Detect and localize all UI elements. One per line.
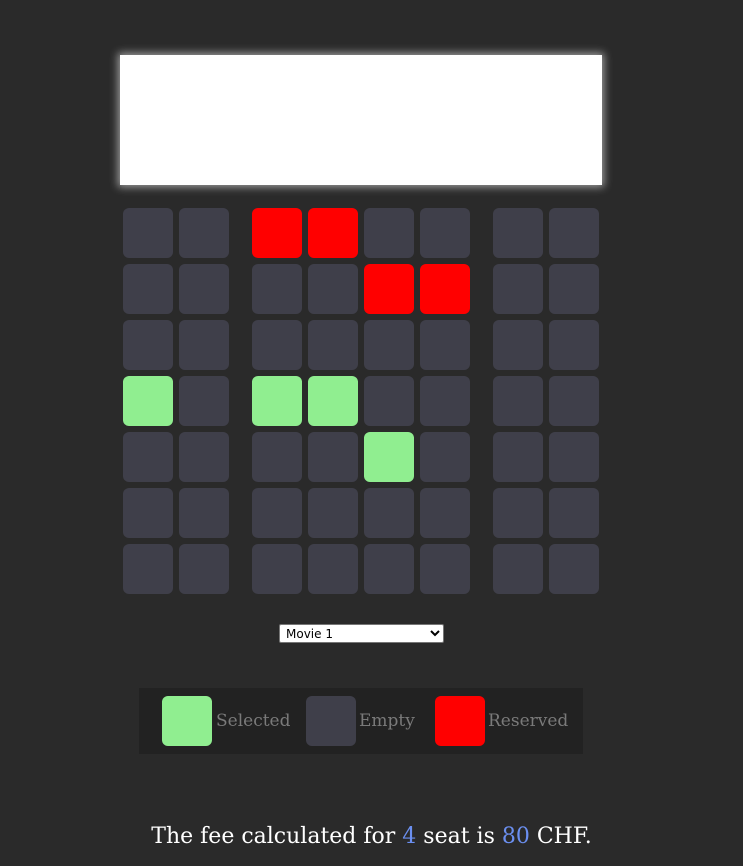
legend-selected-label: Selected	[216, 711, 291, 731]
fee-middle: seat is	[416, 824, 502, 849]
movie-select[interactable]: Movie 1	[279, 624, 444, 643]
fee-summary: The fee calculated for 4 seat is 80 CHF.	[0, 821, 743, 853]
seat-r4-c2[interactable]	[179, 376, 229, 426]
seat-r3-c6[interactable]	[420, 320, 470, 370]
seat-r5-c6[interactable]	[420, 432, 470, 482]
seat-r7-c5[interactable]	[364, 544, 414, 594]
legend-selected-swatch	[162, 696, 212, 746]
seat-r3-c2[interactable]	[179, 320, 229, 370]
seat-r7-c6[interactable]	[420, 544, 470, 594]
seat-r1-c7[interactable]	[493, 208, 543, 258]
seat-r5-c4[interactable]	[308, 432, 358, 482]
seat-r5-c1[interactable]	[123, 432, 173, 482]
fee-amount: 80	[501, 824, 530, 849]
seat-r5-c2[interactable]	[179, 432, 229, 482]
seat-r5-c7[interactable]	[493, 432, 543, 482]
seat-r2-c4[interactable]	[308, 264, 358, 314]
seat-r7-c1[interactable]	[123, 544, 173, 594]
legend-empty-label: Empty	[359, 711, 415, 731]
seat-r2-c8[interactable]	[549, 264, 599, 314]
seat-r6-c1[interactable]	[123, 488, 173, 538]
seat-r7-c2[interactable]	[179, 544, 229, 594]
seat-r4-c5[interactable]	[364, 376, 414, 426]
legend-reserved-swatch	[435, 696, 485, 746]
seat-legend: Selected Empty Reserved	[139, 688, 583, 754]
seat-r6-c3[interactable]	[252, 488, 302, 538]
seat-r4-c3[interactable]	[252, 376, 302, 426]
seat-r4-c1[interactable]	[123, 376, 173, 426]
seat-r1-c1[interactable]	[123, 208, 173, 258]
seat-r2-c7[interactable]	[493, 264, 543, 314]
seat-r6-c5[interactable]	[364, 488, 414, 538]
seat-r6-c6[interactable]	[420, 488, 470, 538]
seat-r3-c3[interactable]	[252, 320, 302, 370]
fee-suffix: CHF.	[529, 824, 592, 849]
seat-r3-c1[interactable]	[123, 320, 173, 370]
seat-r2-c6	[420, 264, 470, 314]
seat-r1-c4	[308, 208, 358, 258]
seat-r6-c2[interactable]	[179, 488, 229, 538]
seat-r6-c8[interactable]	[549, 488, 599, 538]
seat-r3-c7[interactable]	[493, 320, 543, 370]
seat-r1-c8[interactable]	[549, 208, 599, 258]
seat-r5-c3[interactable]	[252, 432, 302, 482]
seat-r4-c8[interactable]	[549, 376, 599, 426]
seat-r5-c5[interactable]	[364, 432, 414, 482]
seat-r2-c2[interactable]	[179, 264, 229, 314]
seat-r6-c4[interactable]	[308, 488, 358, 538]
seat-r7-c7[interactable]	[493, 544, 543, 594]
seat-grid	[123, 208, 603, 598]
seat-r3-c8[interactable]	[549, 320, 599, 370]
seat-r1-c5[interactable]	[364, 208, 414, 258]
seat-r3-c4[interactable]	[308, 320, 358, 370]
seat-r7-c4[interactable]	[308, 544, 358, 594]
seat-r5-c8[interactable]	[549, 432, 599, 482]
seat-r1-c2[interactable]	[179, 208, 229, 258]
seat-r7-c3[interactable]	[252, 544, 302, 594]
seat-r2-c1[interactable]	[123, 264, 173, 314]
seat-r3-c5[interactable]	[364, 320, 414, 370]
seat-r6-c7[interactable]	[493, 488, 543, 538]
seat-r1-c6[interactable]	[420, 208, 470, 258]
legend-reserved-label: Reserved	[488, 711, 569, 731]
movie-screen	[120, 55, 602, 185]
seat-r4-c6[interactable]	[420, 376, 470, 426]
fee-prefix: The fee calculated for	[151, 824, 403, 849]
seat-r7-c8[interactable]	[549, 544, 599, 594]
seat-count: 4	[402, 824, 417, 849]
seat-r1-c3	[252, 208, 302, 258]
seat-r4-c7[interactable]	[493, 376, 543, 426]
legend-empty-swatch	[306, 696, 356, 746]
seat-r2-c3[interactable]	[252, 264, 302, 314]
seat-r2-c5	[364, 264, 414, 314]
seat-r4-c4[interactable]	[308, 376, 358, 426]
